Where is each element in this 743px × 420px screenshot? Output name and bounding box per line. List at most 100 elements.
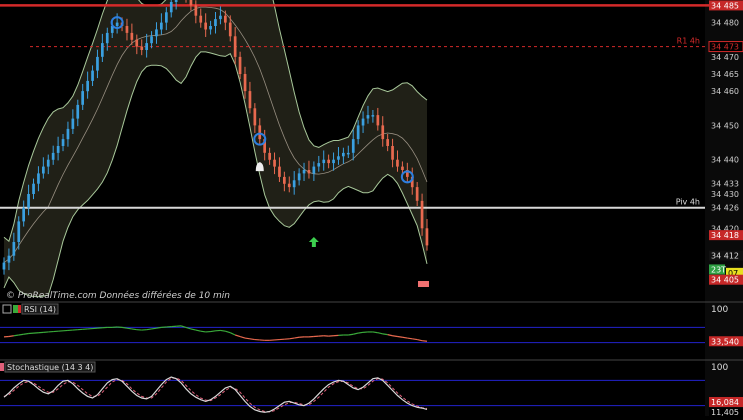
candle-body (86, 81, 89, 91)
candle-body (239, 57, 242, 74)
rsi-segment (132, 329, 137, 330)
price-tick-label: 34 440 (711, 156, 739, 165)
candle-body (357, 125, 360, 139)
candle-body (372, 115, 375, 117)
price-tick-label: 34 460 (711, 87, 739, 96)
candle-body (254, 108, 257, 125)
rsi-segment (24, 333, 29, 334)
stoch-k-label: 16,084 (711, 398, 739, 407)
candle-body (52, 153, 55, 160)
rsi-segment (156, 327, 161, 328)
candle-body (57, 146, 60, 153)
price-tick-label: 34 470 (711, 53, 739, 62)
rsi-segment (14, 335, 19, 336)
candle-body (190, 0, 193, 5)
candle-body (249, 91, 252, 108)
rsi-segment (220, 330, 225, 331)
rsi-segment (402, 337, 407, 338)
candle-body (170, 2, 173, 12)
candle-body (288, 184, 291, 187)
rsi-value-label: 33,540 (711, 337, 739, 346)
rsi-segment (211, 331, 216, 332)
candle-body (421, 201, 424, 228)
rsi-segment (127, 328, 132, 329)
candle-body (381, 125, 384, 139)
candle-body (337, 156, 340, 159)
candle-body (298, 173, 301, 180)
rsi-segment (358, 332, 363, 333)
rsi-segment (412, 339, 417, 340)
candle-body (101, 43, 104, 57)
candle-body (175, 0, 178, 2)
candle-body (160, 23, 163, 30)
rsi-color-swatch-icon (18, 305, 21, 313)
stoch-d-label: 11,405 (711, 408, 739, 416)
candle-body (106, 33, 109, 43)
candle-body (283, 177, 286, 184)
candle-body (303, 170, 306, 173)
candle-body (150, 36, 153, 43)
level-label-pivot: Piv 4h (676, 198, 700, 207)
candle-body (37, 173, 40, 183)
candle-body (155, 29, 158, 36)
candle-body (293, 180, 296, 187)
candle-body (342, 153, 345, 156)
candle-body (347, 153, 350, 155)
candle-body (352, 139, 355, 153)
candle-body (62, 139, 65, 146)
candle-body (27, 194, 30, 208)
candle-body (209, 26, 212, 29)
rsi-segment (147, 329, 152, 330)
rsi-tick-label: 100 (711, 305, 728, 315)
candle-body (391, 146, 394, 160)
stoch-tick-label: 100 (711, 363, 728, 373)
candle-body (268, 153, 271, 160)
candle-body (135, 40, 138, 47)
rsi-segment (245, 338, 250, 339)
candle-body (22, 208, 25, 222)
candle-body (313, 167, 316, 174)
rsi-segment (250, 339, 255, 340)
candle-body (199, 16, 202, 23)
candle-body (81, 91, 84, 105)
rsi-segment (373, 332, 378, 333)
candle-body (140, 47, 143, 50)
candle-body (8, 256, 11, 263)
candle-body (416, 187, 419, 201)
candle-body (396, 160, 399, 167)
stoch-title: Stochastique (14 3 4) (7, 363, 93, 372)
candle-body (332, 160, 335, 163)
candle-body (126, 26, 129, 33)
rsi-segment (152, 328, 157, 329)
candle-body (3, 263, 6, 270)
watermark: © ProRealTime.com Données différées de 1… (6, 290, 230, 301)
candle-body (327, 160, 330, 163)
candle-body (244, 74, 247, 91)
candle-body (165, 12, 168, 22)
candle-body (13, 242, 16, 256)
rsi-segment (397, 337, 402, 338)
candle-body (308, 170, 311, 173)
rsi-segment (294, 337, 299, 338)
price-badge-label: 34 473 (711, 43, 739, 52)
candle-body (195, 5, 198, 15)
price-badge-label: 34 412 (711, 252, 739, 261)
price-badge-label: 34 418 (711, 231, 739, 240)
rsi-segment (393, 336, 398, 337)
candle-body (426, 228, 429, 245)
rsi-segment (348, 334, 353, 335)
rsi-header[interactable]: RSI (14) (3, 304, 58, 314)
stoch-color-swatch-icon (0, 363, 4, 371)
candle-body (214, 19, 217, 26)
rsi-title: RSI (14) (24, 305, 56, 314)
candle-body (377, 115, 380, 125)
candle-body (17, 221, 20, 242)
candle-body (67, 129, 70, 139)
stoch-header[interactable]: Stochastique (14 3 4) (0, 362, 95, 372)
rsi-segment (383, 334, 388, 335)
candle-body (322, 160, 325, 163)
price-badge-label: 23T (711, 265, 726, 274)
rsi-segment (201, 331, 206, 332)
level-label-r1: R1 4h (677, 37, 700, 46)
price-badge-label: 34 405 (711, 276, 739, 285)
